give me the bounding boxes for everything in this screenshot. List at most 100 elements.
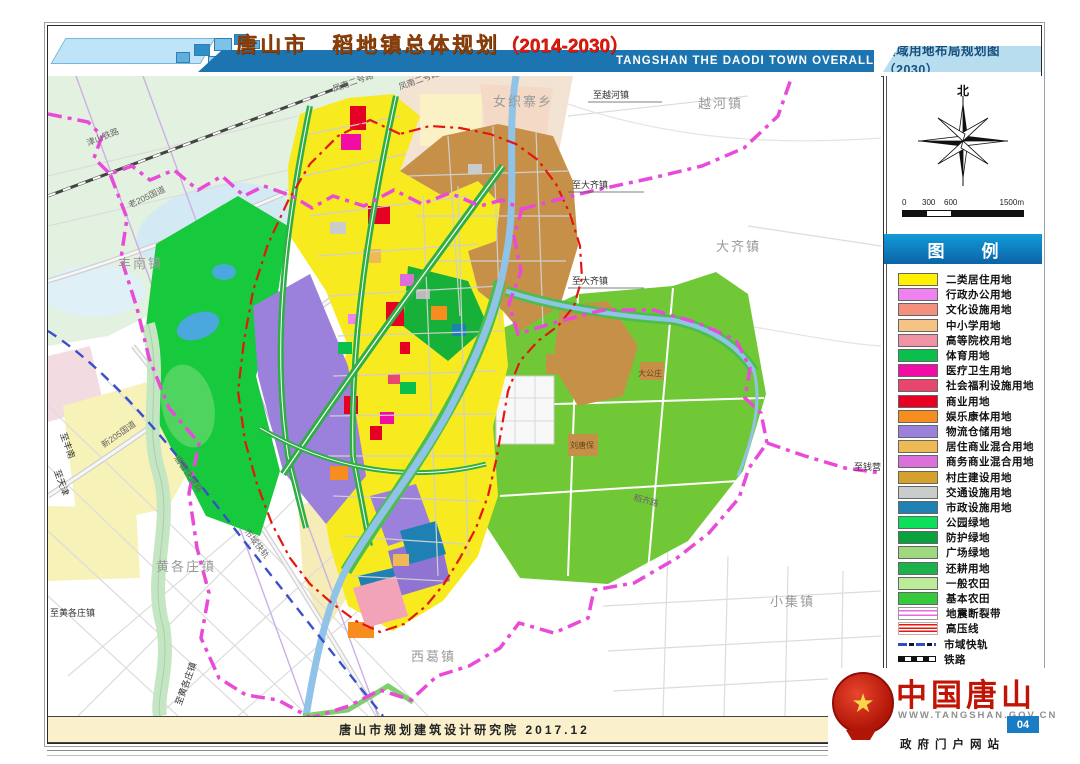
- map-label-to-daqizhen-2: 至大齐镇: [572, 275, 608, 286]
- legend-label: 基本农田: [946, 591, 990, 606]
- compass-rose: 北: [898, 82, 1028, 194]
- legend-label: 行政办公用地: [946, 287, 1012, 302]
- legend-panel: 北: [883, 76, 1042, 743]
- legend-item: 物流仓储用地: [898, 424, 1038, 439]
- legend-item: 防护绿地: [898, 530, 1038, 545]
- legend-label: 村庄建设用地: [946, 470, 1012, 485]
- legend-item: 市政设施用地: [898, 500, 1038, 515]
- legend-label: 市政设施用地: [946, 500, 1012, 515]
- legend-swatch: [898, 622, 938, 635]
- legend-label: 商务商业混合用地: [946, 454, 1034, 469]
- national-emblem-icon: ★: [832, 672, 894, 734]
- map-label-to-huanggezhuang-1: 至黄各庄镇: [50, 607, 95, 618]
- legend-label: 社会福利设施用地: [946, 378, 1034, 393]
- sheet-header: 唐山市 稻地镇总体规划（2014-2030） TANGSHAN THE DAOD…: [48, 26, 1041, 77]
- map-label-dagongzhuang: 大公庄: [638, 368, 662, 378]
- scale-tick-300: 300: [922, 198, 935, 207]
- map-label-huanggezhuangzhen: 黄各庄镇: [156, 559, 216, 574]
- legend-label: 医疗卫生用地: [946, 363, 1012, 378]
- legend-swatch: [898, 471, 938, 484]
- legend-swatch: [898, 546, 938, 559]
- land-use-map: 丰南镇 女织寨乡 越河镇 大齐镇 小集镇 西葛镇 黄各庄镇 至越河镇 至大齐镇 …: [48, 76, 881, 716]
- legend-label: 二类居住用地: [946, 272, 1012, 287]
- legend-label: 居住商业混合用地: [946, 439, 1034, 454]
- legend-item: 文化设施用地: [898, 302, 1038, 317]
- map-label-daqizhen: 大齐镇: [716, 239, 761, 254]
- legend-item: 医疗卫生用地: [898, 363, 1038, 378]
- legend-label: 广场绿地: [946, 545, 990, 560]
- legend-item: 基本农田: [898, 591, 1038, 606]
- sheet-subtitle-box: 镇域用地布局规划图（2030）: [883, 46, 1041, 72]
- legend-swatch: [898, 440, 938, 453]
- map-label-xiaojizhen: 小集镇: [770, 594, 815, 609]
- planning-map-page: 唐山市 稻地镇总体规划（2014-2030） TANGSHAN THE DAOD…: [0, 0, 1080, 764]
- scale-tick-1500: 1500m: [1000, 198, 1024, 207]
- credit-text: 唐山市规划建筑设计研究院 2017.12: [339, 721, 590, 738]
- legend-swatch: [898, 410, 938, 423]
- legend-label: 娱乐康体用地: [946, 409, 1012, 424]
- legend-label: 物流仓储用地: [946, 424, 1012, 439]
- map-label-fengnanzhen: 丰南镇: [118, 256, 163, 271]
- map-label-to-yuehezhen: 至越河镇: [593, 89, 629, 100]
- legend-label: 一般农田: [946, 576, 990, 591]
- sheet-subtitle: 镇域用地布局规划图（2030）: [883, 40, 1041, 78]
- legend-swatch: [898, 592, 938, 605]
- legend-item: 还耕用地: [898, 561, 1038, 576]
- legend-item: 居住商业混合用地: [898, 439, 1038, 454]
- legend-swatch: [898, 486, 938, 499]
- map-canvas: 丰南镇 女织寨乡 越河镇 大齐镇 小集镇 西葛镇 黄各庄镇 至越河镇 至大齐镇 …: [48, 76, 881, 716]
- map-label-liutangbao: 刘唐保: [570, 440, 594, 450]
- legend-item: 铁路: [898, 652, 1038, 667]
- emblem-base: [846, 730, 876, 740]
- portal-label: 政府门户网站: [900, 736, 1005, 752]
- legend-title: 图 例: [918, 237, 1009, 262]
- logo-tile: [214, 38, 232, 51]
- legend-label: 市域快轨: [944, 637, 988, 652]
- legend-swatch: [898, 455, 938, 468]
- brand-logo-text: 中国唐山: [896, 670, 1036, 715]
- legend-item: 地震断裂带: [898, 606, 1038, 621]
- legend-item: 行政办公用地: [898, 287, 1038, 302]
- legend-item: 一般农田: [898, 576, 1038, 591]
- map-sheet: 唐山市 稻地镇总体规划（2014-2030） TANGSHAN THE DAOD…: [47, 25, 1042, 744]
- map-label-yuehezhen: 越河镇: [698, 96, 743, 111]
- legend-swatch: [898, 531, 938, 544]
- legend-swatch: [898, 364, 938, 377]
- sheet-title: 唐山市 稻地镇总体规划（2014-2030）: [236, 29, 629, 59]
- legend-item: 二类居住用地: [898, 272, 1038, 287]
- legend-label: 防护绿地: [946, 530, 990, 545]
- map-label-to-qianying: 至钱营: [854, 461, 881, 472]
- legend-header: 图 例: [884, 234, 1042, 264]
- legend-swatch: [898, 303, 938, 316]
- sheet-title-years: （2014-2030）: [500, 36, 629, 57]
- credit-strip: 唐山市规划建筑设计研究院 2017.12: [48, 716, 881, 743]
- legend-item: 公园绿地: [898, 515, 1038, 530]
- legend-swatch: [898, 654, 936, 665]
- legend-swatch: [898, 319, 938, 332]
- legend-swatch: [898, 577, 938, 590]
- legend-swatch: [898, 334, 938, 347]
- legend-item: 娱乐康体用地: [898, 409, 1038, 424]
- legend-item: 高压线: [898, 621, 1038, 636]
- legend-item: 交通设施用地: [898, 485, 1038, 500]
- legend-label: 还耕用地: [946, 561, 990, 576]
- legend-item: 社会福利设施用地: [898, 378, 1038, 393]
- legend-list: 二类居住用地行政办公用地文化设施用地中小学用地高等院校用地体育用地医疗卫生用地社…: [898, 272, 1038, 697]
- legend-swatch: [898, 273, 938, 286]
- legend-label: 高等院校用地: [946, 333, 1012, 348]
- legend-item: 村庄建设用地: [898, 469, 1038, 484]
- logo-tile: [194, 44, 210, 56]
- scale-bar-graphic: [902, 210, 1024, 217]
- legend-swatch: [898, 349, 938, 362]
- legend-item: 广场绿地: [898, 545, 1038, 560]
- scale-tick-600: 600: [944, 198, 957, 207]
- scale-tick-0: 0: [902, 198, 906, 207]
- legend-line-swatch: [898, 656, 936, 662]
- logo-tile: [176, 52, 190, 63]
- scale-bar: 0 300 600 1500m: [902, 198, 1024, 224]
- legend-swatch: [898, 425, 938, 438]
- legend-label: 文化设施用地: [946, 302, 1012, 317]
- map-label-to-daqizhen-1: 至大齐镇: [572, 179, 608, 190]
- legend-label: 地震断裂带: [946, 606, 1001, 621]
- legend-item: 高等院校用地: [898, 333, 1038, 348]
